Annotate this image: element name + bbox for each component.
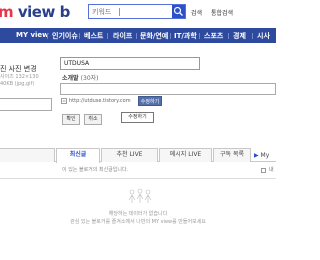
- daum-view-logo[interactable]: m view b: [0, 3, 70, 21]
- logo-view-text: view: [17, 3, 55, 21]
- nav-divider: [107, 33, 108, 39]
- empty-people-icon: [128, 188, 152, 203]
- nav-divider: [170, 33, 171, 39]
- search-divider: [119, 8, 120, 16]
- search-box: [88, 4, 186, 19]
- tab-subscription[interactable]: 구독 목록: [213, 148, 251, 162]
- tab-recommend-live[interactable]: 추천 LIVE: [101, 148, 158, 162]
- nav-item-economy[interactable]: 경제: [233, 31, 246, 41]
- logo-m-text: m: [0, 3, 14, 21]
- tab-blank[interactable]: [0, 148, 55, 162]
- photo-format-info: 40KB (jpg,gif): [0, 81, 35, 87]
- my-link-label: My: [260, 152, 270, 159]
- nav-item-my-view[interactable]: MY view: [16, 31, 49, 39]
- intro-label-text: 소개말: [62, 75, 79, 82]
- detail-search-link[interactable]: 검색: [191, 8, 202, 17]
- intro-char-limit: (30자): [80, 75, 99, 82]
- cancel-button[interactable]: 취소: [84, 114, 102, 125]
- nav-item-it-science[interactable]: IT/과학: [174, 31, 197, 41]
- intro-label: 소개말 (30자): [62, 73, 99, 82]
- header: m view b 검색 통합검색: [0, 0, 276, 28]
- blog-name-field[interactable]: UTDUSA: [60, 57, 200, 70]
- arrow-right-icon: ▶: [254, 152, 259, 159]
- content-tabs: 최신글 추천 LIVE 메시지 LIVE 구독 목록: [0, 148, 276, 163]
- tab-message-live[interactable]: 메시지 LIVE: [159, 148, 212, 162]
- nav-divider: [47, 33, 48, 39]
- edit-url-button[interactable]: 수정하기: [138, 96, 162, 106]
- tab-latest[interactable]: 최신글: [56, 148, 100, 163]
- confirm-button[interactable]: 확인: [62, 114, 80, 125]
- empty-message: 해당하는 데이터가 없습니다: [108, 211, 168, 217]
- latest-notice: 이 있는 블로거의 최신글입니다.: [62, 167, 129, 173]
- nav-item-best[interactable]: 베스트: [84, 31, 103, 41]
- right-checkbox[interactable]: [261, 168, 266, 173]
- nav-divider: [228, 33, 229, 39]
- nav-item-sports[interactable]: 스포츠: [204, 31, 223, 41]
- my-link[interactable]: ▶ My: [254, 152, 269, 159]
- edit-tooltip: 수정하기: [121, 112, 154, 123]
- search-icon: [173, 6, 183, 16]
- search-button[interactable]: [172, 5, 185, 18]
- nav-divider: [136, 33, 137, 39]
- unified-search-link[interactable]: 통합검색: [211, 8, 233, 17]
- nav-item-current-affairs[interactable]: 시사: [257, 31, 270, 41]
- nav-divider: [252, 33, 253, 39]
- nav-item-culture[interactable]: 문화/연예: [140, 31, 168, 41]
- blog-url[interactable]: http://utduse.tistory.com: [69, 98, 131, 104]
- change-photo-label: 진 사진 변경: [0, 65, 37, 73]
- photo-info: 사이즈 132×130 40KB (jpg,gif): [0, 74, 39, 88]
- intro-textarea[interactable]: [60, 83, 276, 95]
- search-input[interactable]: [92, 5, 160, 18]
- photo-size-info: 사이즈 132×130: [0, 74, 39, 80]
- photo-file-input[interactable]: [0, 98, 52, 111]
- right-checkbox-label: 내: [269, 167, 274, 173]
- nav-item-popular[interactable]: 인기이슈: [52, 31, 78, 41]
- link-icon: [61, 98, 67, 104]
- empty-submessage: 관심 있는 블로거를 즐겨소에서 나만의 MY view를 만들어보세요: [70, 219, 206, 225]
- content-divider: [0, 178, 276, 179]
- main-nav: MY view 인기이슈 베스트 라이프 문화/연예 IT/과학 스포츠 경제 …: [0, 28, 276, 43]
- nav-divider: [79, 33, 80, 39]
- nav-divider: [199, 33, 200, 39]
- nav-item-life[interactable]: 라이프: [113, 31, 132, 41]
- logo-b-text: b: [59, 3, 71, 21]
- profile-photo-panel: 진 사진 변경 사이즈 132×130 40KB (jpg,gif): [0, 43, 56, 138]
